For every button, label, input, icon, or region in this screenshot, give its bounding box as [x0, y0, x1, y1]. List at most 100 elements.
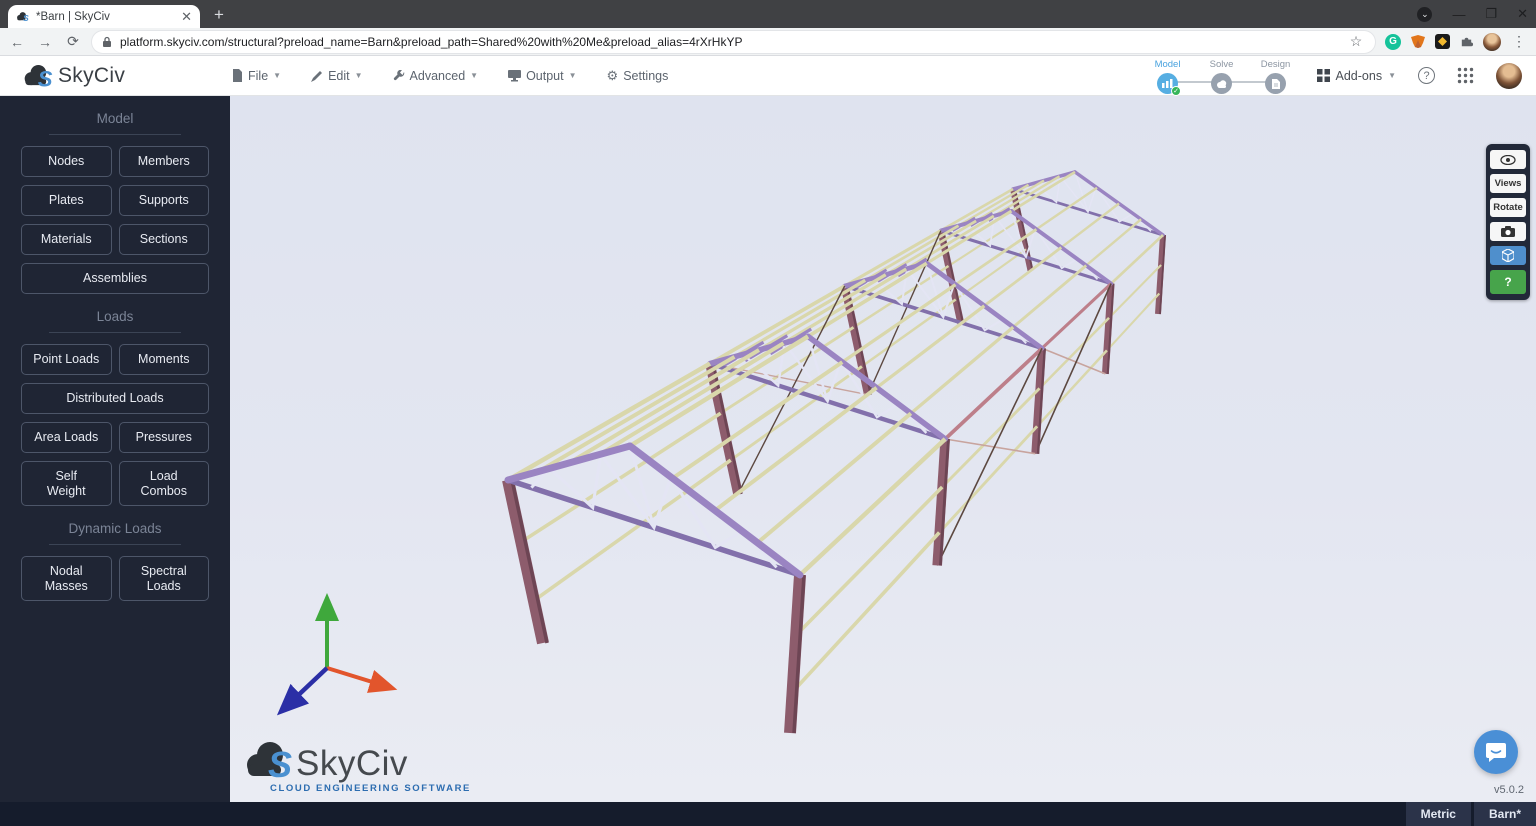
grammarly-extension-icon[interactable]: G: [1385, 34, 1401, 50]
window-close-icon[interactable]: ✕: [1517, 6, 1528, 22]
question-icon: ?: [1504, 275, 1511, 289]
structure-3d-model[interactable]: [230, 96, 1536, 802]
step-model[interactable]: Model ✓: [1149, 59, 1187, 94]
sidebar-button-nodal-masses[interactable]: Nodal Masses: [21, 556, 112, 601]
svg-text:S: S: [38, 66, 53, 89]
sidebar-button-distributed-loads[interactable]: Distributed Loads: [21, 383, 209, 414]
section-title-model: Model: [0, 111, 230, 126]
sidebar-button-pressures[interactable]: Pressures: [119, 422, 210, 453]
sidebar-button-sections[interactable]: Sections: [119, 224, 210, 255]
monitor-icon: [508, 70, 521, 82]
project-name-badge[interactable]: Barn*: [1474, 802, 1536, 826]
menu-file[interactable]: File ▼: [232, 69, 281, 83]
svg-text:S: S: [268, 744, 292, 780]
solve-step-cloud-icon: [1211, 73, 1232, 94]
wallet-extension-icon[interactable]: [1435, 34, 1450, 49]
menu-edit[interactable]: Edit ▼: [311, 69, 362, 83]
units-toggle[interactable]: Metric: [1406, 802, 1471, 826]
user-avatar[interactable]: [1496, 63, 1522, 89]
watermark-name: SkyCiv: [296, 747, 408, 780]
chat-support-button[interactable]: [1474, 730, 1518, 774]
chevron-down-icon: ▼: [355, 71, 363, 80]
browser-tab-strip: S *Barn | SkyCiv ✕ + ⌄ — ❐ ✕: [0, 0, 1536, 28]
browser-menu-icon[interactable]: ⋮: [1510, 33, 1528, 50]
views-button[interactable]: Views: [1490, 174, 1526, 193]
skyciv-favicon: S: [16, 11, 30, 23]
viewport-help-button[interactable]: ?: [1490, 270, 1526, 294]
browser-toolbar: ← → ⟳ platform.skyciv.com/structural?pre…: [0, 28, 1536, 56]
skyciv-cloud-icon: S: [22, 63, 56, 89]
apps-grid-icon[interactable]: [1457, 67, 1474, 84]
model-step-icon: ✓: [1157, 73, 1178, 94]
model-viewport[interactable]: Views Rotate ?: [230, 96, 1536, 802]
axis-triad: [260, 591, 410, 741]
section-title-dynamic-loads: Dynamic Loads: [0, 521, 230, 536]
tab-close-icon[interactable]: ✕: [181, 10, 192, 23]
divider: [49, 134, 181, 135]
sidebar-button-materials[interactable]: Materials: [21, 224, 112, 255]
chevron-down-icon: ▼: [470, 71, 478, 80]
back-icon[interactable]: ←: [8, 34, 26, 50]
render-mode-button[interactable]: [1490, 246, 1526, 265]
sidebar-button-supports[interactable]: Supports: [119, 185, 210, 216]
browser-tab[interactable]: S *Barn | SkyCiv ✕: [8, 5, 200, 28]
menu-output-label: Output: [526, 69, 564, 83]
divider: [49, 332, 181, 333]
screenshot-button[interactable]: [1490, 222, 1526, 241]
sidebar-button-plates[interactable]: Plates: [21, 185, 112, 216]
addons-label: Add-ons: [1336, 69, 1383, 83]
step-model-label: Model: [1155, 59, 1181, 70]
sidebar-button-moments[interactable]: Moments: [119, 344, 210, 375]
sidebar-button-spectral-loads[interactable]: Spectral Loads: [119, 556, 210, 601]
menu-output[interactable]: Output ▼: [508, 69, 576, 83]
lock-icon: [102, 36, 112, 48]
camera-icon: [1501, 226, 1515, 237]
pencil-icon: [311, 70, 323, 82]
chevron-down-icon: ▼: [273, 71, 281, 80]
visibility-button[interactable]: [1490, 150, 1526, 169]
metamask-extension-icon[interactable]: [1410, 34, 1426, 49]
menu-settings-label: Settings: [623, 69, 668, 83]
rotate-button[interactable]: Rotate: [1490, 198, 1526, 217]
window-restore-icon[interactable]: ❐: [1485, 6, 1497, 22]
svg-text:S: S: [23, 12, 29, 22]
window-minimize-icon[interactable]: —: [1452, 7, 1465, 22]
step-solve-label: Solve: [1210, 59, 1234, 70]
menu-advanced[interactable]: Advanced ▼: [393, 69, 479, 83]
version-label: v5.0.2: [1494, 784, 1524, 796]
forward-icon[interactable]: →: [36, 34, 54, 50]
step-solve[interactable]: Solve: [1203, 59, 1241, 94]
check-badge-icon: ✓: [1171, 86, 1181, 96]
sidebar-button-nodes[interactable]: Nodes: [21, 146, 112, 177]
screen: S *Barn | SkyCiv ✕ + ⌄ — ❐ ✕ ← → ⟳ platf…: [0, 0, 1536, 826]
menu-advanced-label: Advanced: [410, 69, 466, 83]
url-bar[interactable]: platform.skyciv.com/structural?preload_n…: [92, 31, 1375, 53]
file-icon: [232, 69, 243, 82]
watermark-tagline: CLOUD ENGINEERING SOFTWARE: [270, 783, 471, 794]
step-design[interactable]: Design: [1257, 59, 1295, 94]
bookmark-star-icon[interactable]: ☆: [1347, 33, 1365, 50]
url-text: platform.skyciv.com/structural?preload_n…: [120, 35, 1339, 49]
help-icon[interactable]: ?: [1418, 67, 1435, 84]
menu-file-label: File: [248, 69, 268, 83]
skyciv-watermark: S SkyCiv CLOUD ENGINEERING SOFTWARE: [244, 740, 471, 794]
workflow-stepper: Model ✓ Solve Design: [1149, 57, 1295, 94]
browser-profile-avatar[interactable]: [1483, 33, 1501, 51]
media-controls-icon[interactable]: ⌄: [1417, 7, 1432, 22]
wrench-icon: [393, 70, 405, 82]
sidebar-button-members[interactable]: Members: [119, 146, 210, 177]
step-design-label: Design: [1261, 59, 1291, 70]
brand-name: SkyCiv: [58, 64, 125, 88]
new-tab-icon[interactable]: +: [214, 6, 224, 23]
model-sidebar: Model Nodes Members Plates Supports Mate…: [0, 96, 230, 802]
sidebar-button-assemblies[interactable]: Assemblies: [21, 263, 209, 294]
refresh-icon[interactable]: ⟳: [64, 33, 82, 50]
extensions-puzzle-icon[interactable]: [1459, 34, 1474, 49]
sidebar-button-area-loads[interactable]: Area Loads: [21, 422, 112, 453]
addons-menu[interactable]: Add-ons ▼: [1317, 69, 1396, 83]
sidebar-button-self-weight[interactable]: Self Weight: [21, 461, 112, 506]
skyciv-logo[interactable]: S SkyCiv: [22, 63, 232, 89]
menu-settings[interactable]: ⚙ Settings: [607, 68, 669, 84]
sidebar-button-point-loads[interactable]: Point Loads: [21, 344, 112, 375]
sidebar-button-load-combos[interactable]: Load Combos: [119, 461, 210, 506]
